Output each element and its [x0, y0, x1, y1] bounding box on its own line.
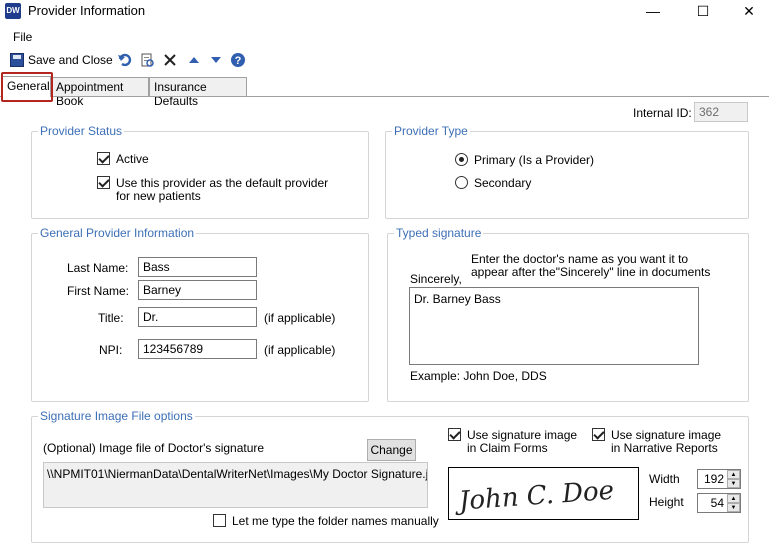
signature-text: John C. Doe — [453, 476, 615, 517]
first-name-label: First Name: — [67, 284, 130, 298]
narrative-reports-checkbox[interactable] — [592, 428, 605, 441]
help-icon[interactable]: ? — [229, 52, 247, 70]
toolbar: Save and Close ? — [0, 50, 769, 72]
menu-bar: File — [0, 28, 769, 48]
width-spinner-arrows[interactable]: ▲ ▼ — [727, 470, 740, 488]
general-info-legend: General Provider Information — [40, 226, 195, 240]
provider-status-legend: Provider Status — [40, 124, 123, 138]
active-checkbox[interactable] — [97, 152, 110, 165]
active-label: Active — [116, 152, 149, 166]
narrative-reports-label-line1: Use signature image — [611, 428, 722, 442]
typed-signature-example: Example: John Doe, DDS — [410, 369, 547, 383]
typed-signature-textarea[interactable]: Dr. Barney Bass — [409, 287, 699, 365]
default-provider-label-line2: for new patients — [116, 189, 201, 203]
tab-appointment-book[interactable]: Appointment Book — [51, 77, 149, 108]
tab-highlight-box — [1, 72, 53, 102]
npi-hint: (if applicable) — [264, 343, 336, 357]
change-button[interactable]: Change — [367, 439, 416, 461]
claim-forms-label-line2: in Claim Forms — [467, 441, 548, 455]
save-icon — [10, 53, 24, 67]
undo-icon[interactable] — [116, 52, 134, 70]
secondary-label: Secondary — [474, 176, 532, 190]
move-up-icon[interactable] — [185, 52, 203, 70]
manual-folder-label: Let me type the folder names manually — [232, 514, 439, 528]
width-down-arrow-icon[interactable]: ▼ — [727, 479, 740, 488]
provider-type-legend: Provider Type — [394, 124, 468, 138]
print-preview-icon[interactable] — [138, 52, 156, 70]
secondary-radio[interactable] — [455, 176, 468, 189]
provider-status-group: Provider Status — [31, 124, 369, 219]
default-provider-checkbox[interactable] — [97, 176, 110, 189]
title-hint: (if applicable) — [264, 311, 336, 325]
provider-type-group: Provider Type — [385, 124, 749, 219]
npi-input[interactable]: 123456789 — [138, 339, 257, 359]
claim-forms-label-line1: Use signature image — [467, 428, 578, 442]
internal-id-label: Internal ID: — [633, 106, 692, 120]
npi-label: NPI: — [99, 343, 123, 357]
tab-insurance-defaults[interactable]: Insurance Defaults — [149, 77, 247, 108]
last-name-input[interactable]: Bass — [138, 257, 257, 277]
title-input[interactable]: Dr. — [138, 307, 257, 327]
typed-signature-instructions-line1: Enter the doctor's name as you want it t… — [471, 252, 689, 266]
height-up-arrow-icon[interactable]: ▲ — [727, 494, 740, 503]
menu-file[interactable]: File — [13, 30, 32, 44]
narrative-reports-label-line2: in Narrative Reports — [611, 441, 718, 455]
signature-image-preview: John C. Doe — [448, 467, 639, 520]
signature-path-field[interactable]: \\NPMIT01\NiermanData\DentalWriterNet\Im… — [43, 462, 428, 508]
typed-signature-legend: Typed signature — [396, 226, 482, 240]
window-title: Provider Information — [28, 3, 146, 18]
first-name-input[interactable]: Barney — [138, 280, 257, 300]
width-label: Width — [649, 472, 680, 486]
height-label: Height — [649, 495, 684, 509]
delete-icon[interactable] — [161, 52, 179, 70]
internal-id-field: 362 — [694, 102, 748, 122]
close-button[interactable]: ✕ — [726, 0, 769, 22]
primary-label: Primary (Is a Provider) — [474, 153, 595, 167]
title-bar: DW Provider Information — ☐ ✕ — [0, 0, 769, 22]
signature-image-optional-label: (Optional) Image file of Doctor's signat… — [43, 441, 265, 455]
last-name-label: Last Name: — [67, 261, 129, 275]
save-and-close-label: Save and Close — [28, 53, 113, 67]
tab-strip: General Appointment Book Insurance Defau… — [0, 76, 769, 108]
minimize-button[interactable]: — — [630, 0, 676, 22]
svg-text:?: ? — [235, 55, 242, 67]
height-down-arrow-icon[interactable]: ▼ — [727, 503, 740, 512]
primary-radio[interactable] — [455, 153, 468, 166]
claim-forms-checkbox[interactable] — [448, 428, 461, 441]
tab-divider — [0, 96, 769, 97]
manual-folder-checkbox[interactable] — [213, 514, 226, 527]
typed-signature-instructions-line2: appear after the"Sincerely" line in docu… — [471, 265, 711, 279]
default-provider-label-line1: Use this provider as the default provide… — [116, 176, 329, 190]
sincerely-label: Sincerely, — [410, 272, 462, 286]
move-down-icon[interactable] — [207, 52, 225, 70]
app-icon: DW — [5, 3, 21, 19]
signature-image-legend: Signature Image File options — [40, 409, 193, 423]
width-up-arrow-icon[interactable]: ▲ — [727, 470, 740, 479]
height-spinner-arrows[interactable]: ▲ ▼ — [727, 494, 740, 512]
maximize-button[interactable]: ☐ — [680, 0, 726, 22]
title-label: Title: — [98, 311, 124, 325]
signature-image: John C. Doe — [453, 476, 615, 517]
